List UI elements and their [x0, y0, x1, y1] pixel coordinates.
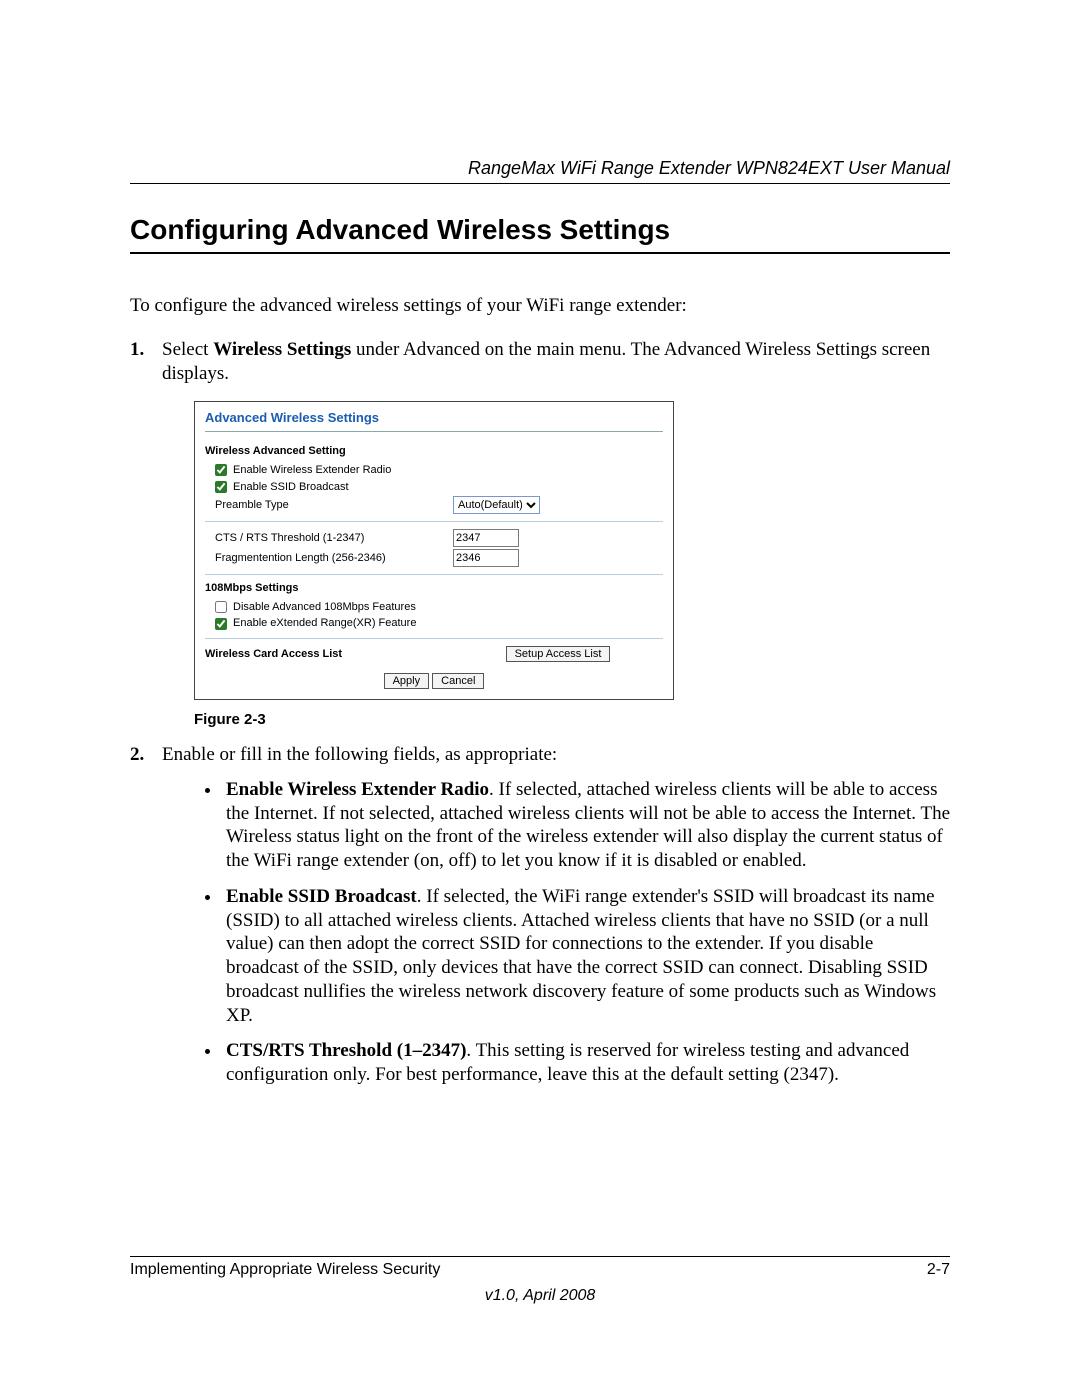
divider: [205, 574, 663, 575]
figure-screenshot: Advanced Wireless Settings Wireless Adva…: [194, 401, 950, 700]
intro-text: To configure the advanced wireless setti…: [130, 294, 950, 319]
enable-radio-label: Enable Wireless Extender Radio: [233, 463, 391, 477]
subsection-108: 108Mbps Settings: [205, 581, 663, 595]
frag-label: Fragmentention Length (256-2346): [215, 551, 386, 565]
subsection-cardlist: Wireless Card Access List: [205, 647, 453, 661]
enable-xr-checkbox[interactable]: [215, 618, 227, 630]
divider: [205, 638, 663, 639]
bullet-enable-ssid: Enable SSID Broadcast. If selected, the …: [222, 885, 950, 1028]
step-1: Select Wireless Settings under Advanced …: [130, 338, 950, 730]
step-1-pre: Select: [162, 339, 213, 360]
bullet-3-bold: CTS/RTS Threshold (1–2347): [226, 1040, 466, 1061]
panel-title: Advanced Wireless Settings: [205, 410, 663, 432]
bullet-2-bold: Enable SSID Broadcast: [226, 886, 417, 907]
bullet-cts-rts: CTS/RTS Threshold (1–2347). This setting…: [222, 1039, 950, 1087]
preamble-label: Preamble Type: [215, 498, 289, 512]
step-2-text: Enable or fill in the following fields, …: [162, 744, 557, 765]
step-1-bold: Wireless Settings: [213, 339, 351, 360]
divider: [205, 521, 663, 522]
figure-caption: Figure 2-3: [194, 710, 950, 730]
steps-list: Select Wireless Settings under Advanced …: [130, 338, 950, 1087]
step-2: Enable or fill in the following fields, …: [130, 743, 950, 1087]
footer-version: v1.0, April 2008: [130, 1287, 950, 1305]
advanced-wireless-panel: Advanced Wireless Settings Wireless Adva…: [194, 401, 674, 700]
cancel-button[interactable]: Cancel: [432, 673, 484, 689]
bullet-1-bold: Enable Wireless Extender Radio: [226, 779, 489, 800]
setup-access-list-button[interactable]: Setup Access List: [506, 646, 611, 662]
enable-ssid-label: Enable SSID Broadcast: [233, 480, 349, 494]
disable-108-label: Disable Advanced 108Mbps Features: [233, 600, 416, 614]
bullet-enable-radio: Enable Wireless Extender Radio. If selec…: [222, 778, 950, 873]
frag-input[interactable]: [453, 549, 519, 567]
footer-chapter: Implementing Appropriate Wireless Securi…: [130, 1261, 440, 1279]
enable-ssid-checkbox[interactable]: [215, 481, 227, 493]
footer-page-number: 2-7: [927, 1261, 950, 1279]
cts-input[interactable]: [453, 529, 519, 547]
enable-radio-checkbox[interactable]: [215, 464, 227, 476]
bullet-list: Enable Wireless Extender Radio. If selec…: [162, 778, 950, 1087]
disable-108-checkbox[interactable]: [215, 601, 227, 613]
enable-xr-label: Enable eXtended Range(XR) Feature: [233, 616, 416, 630]
preamble-select[interactable]: Auto(Default): [453, 496, 540, 514]
page-footer: Implementing Appropriate Wireless Securi…: [130, 1256, 950, 1305]
document-header: RangeMax WiFi Range Extender WPN824EXT U…: [130, 158, 950, 184]
subsection-advanced: Wireless Advanced Setting: [205, 444, 663, 458]
cts-label: CTS / RTS Threshold (1-2347): [215, 531, 364, 545]
section-heading: Configuring Advanced Wireless Settings: [130, 214, 950, 254]
apply-button[interactable]: Apply: [384, 673, 430, 689]
